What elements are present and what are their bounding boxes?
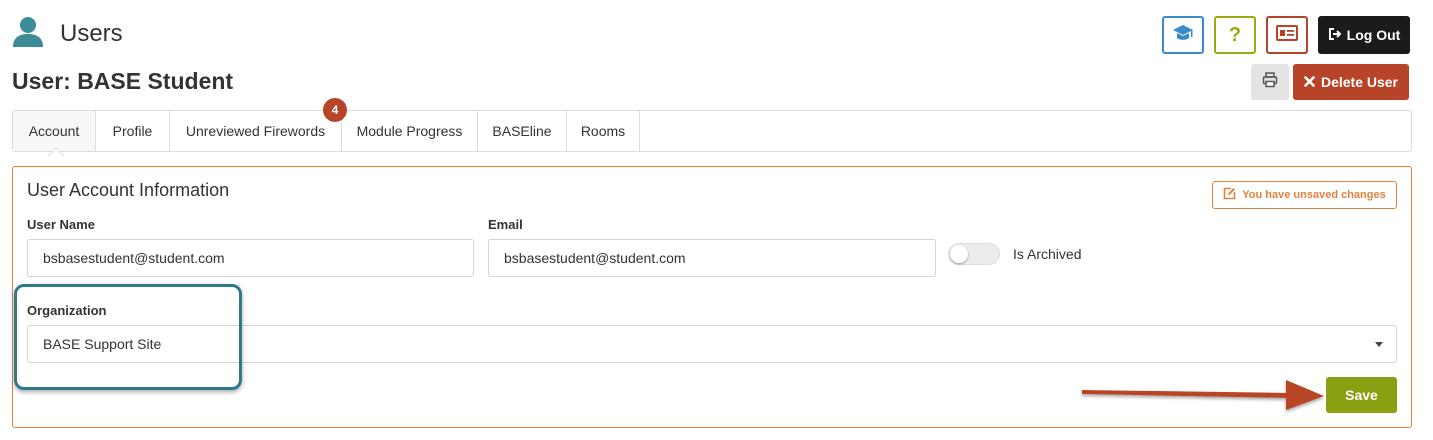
edit-icon <box>1223 187 1236 203</box>
training-button[interactable] <box>1162 16 1204 54</box>
panel-title: User Account Information <box>27 180 230 200</box>
times-icon <box>1304 74 1315 90</box>
print-icon <box>1262 71 1278 93</box>
tab-rooms[interactable]: Rooms <box>567 111 640 151</box>
id-card-button[interactable] <box>1266 16 1308 54</box>
delete-user-label: Delete User <box>1320 74 1399 90</box>
tab-label: Rooms <box>580 123 626 139</box>
toggle-knob <box>950 245 968 263</box>
organization-label: Organization <box>27 303 107 318</box>
tab-profile[interactable]: Profile <box>96 111 170 151</box>
tab-label: BASEline <box>492 123 552 139</box>
logout-label: Log Out <box>1346 27 1401 43</box>
delete-user-button[interactable]: Delete User <box>1293 64 1409 100</box>
pointer-arrow-annotation <box>1082 380 1324 410</box>
tab-module-progress[interactable]: Module Progress <box>342 111 478 151</box>
unsaved-label: You have unsaved changes <box>1242 189 1386 201</box>
archived-toggle[interactable] <box>948 243 1000 265</box>
save-label: Save <box>1345 387 1378 403</box>
page-heading: Users <box>60 20 123 47</box>
email-field[interactable]: bsbasestudent@student.com <box>488 239 936 277</box>
organization-select[interactable]: BASE Support Site <box>27 325 1397 363</box>
tab-label: Module Progress <box>356 123 463 139</box>
print-button[interactable] <box>1251 64 1289 100</box>
graduation-cap-icon <box>1172 24 1194 47</box>
logout-button[interactable]: Log Out <box>1318 16 1410 54</box>
firewords-count-badge: 4 <box>323 98 347 122</box>
tab-baseline[interactable]: BASEline <box>478 111 567 151</box>
tab-account[interactable]: Account <box>13 111 96 151</box>
sign-out-icon <box>1328 27 1342 44</box>
username-value: bsbasestudent@student.com <box>43 250 225 266</box>
archived-label: Is Archived <box>1013 246 1082 262</box>
organization-value: BASE Support Site <box>43 336 162 352</box>
question-icon: ? <box>1228 23 1242 46</box>
unsaved-changes-notice: You have unsaved changes <box>1212 181 1397 209</box>
save-button[interactable]: Save <box>1326 377 1397 413</box>
username-field[interactable]: bsbasestudent@student.com <box>27 239 474 277</box>
id-card-icon <box>1276 24 1298 46</box>
tab-label: Unreviewed Firewords <box>185 123 326 139</box>
tab-label: Account <box>28 123 80 139</box>
chevron-down-icon <box>1375 342 1383 347</box>
tab-label: Profile <box>112 123 153 139</box>
email-label: Email <box>488 217 523 232</box>
user-icon <box>12 16 44 48</box>
tab-bar: Account Profile Unreviewed Firewords Mod… <box>12 110 1412 152</box>
email-value: bsbasestudent@student.com <box>504 250 686 266</box>
help-button[interactable]: ? <box>1214 16 1256 54</box>
tab-unreviewed-firewords[interactable]: Unreviewed Firewords <box>170 111 342 151</box>
username-label: User Name <box>27 217 95 232</box>
user-title: User: BASE Student <box>12 68 234 94</box>
